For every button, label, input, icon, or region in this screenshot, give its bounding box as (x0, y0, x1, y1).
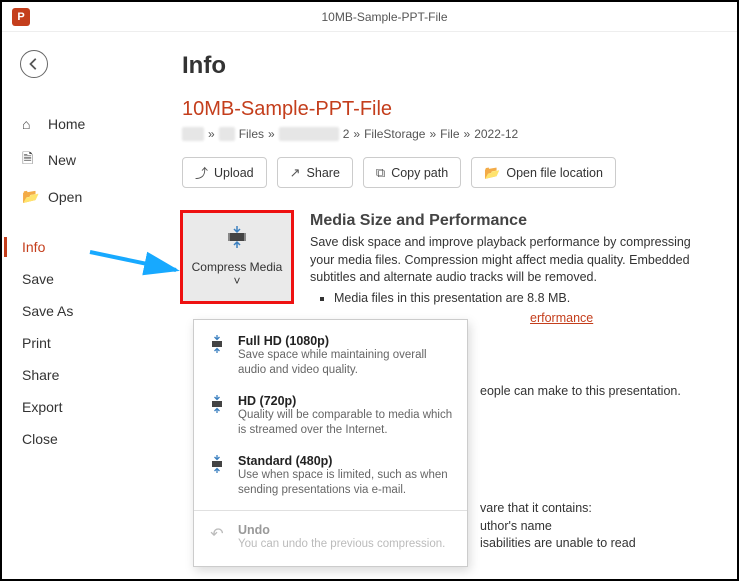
protect-preview-text: eople can make to this presentation. (480, 383, 713, 401)
option-desc: You can undo the previous compression. (238, 537, 453, 552)
breadcrumb[interactable]: » Files » 2 » FileStorage » File » 2022-… (182, 127, 713, 141)
button-label: Open file location (506, 166, 603, 180)
nav-item-info[interactable]: Info (2, 231, 142, 263)
media-section-heading: Media Size and Performance (310, 212, 713, 230)
nav-item-saveas[interactable]: Save As (2, 295, 142, 327)
upload-button[interactable]: ⤴ Upload (182, 157, 267, 188)
option-title: Full HD (1080p) (238, 334, 453, 348)
compress-option-fhd[interactable]: Full HD (1080p)Save space while maintain… (194, 326, 467, 386)
nav-item-open[interactable]: 📂 Open (2, 180, 142, 213)
sd-icon (208, 455, 226, 498)
option-title: Standard (480p) (238, 454, 453, 468)
nav-item-print[interactable]: Print (2, 327, 142, 359)
nav-item-label: Save (22, 271, 54, 287)
compress-option-undo: ↶ UndoYou can undo the previous compressi… (194, 515, 467, 560)
compress-option-sd[interactable]: Standard (480p)Use when space is limited… (194, 446, 467, 506)
document-title: 10MB-Sample-PPT-File (182, 98, 713, 121)
nav-item-label: Home (48, 116, 85, 132)
inspect-preview-line: uthor's name (480, 518, 713, 536)
copypath-button[interactable]: ⧉ Copy path (363, 157, 461, 188)
nav-item-export[interactable]: Export (2, 391, 142, 423)
nav-item-save[interactable]: Save (2, 263, 142, 295)
hd-icon (208, 395, 226, 438)
performance-link[interactable]: erformance (530, 311, 593, 325)
option-title: HD (720p) (238, 394, 453, 408)
nav-item-label: New (48, 152, 76, 168)
nav-item-label: Close (22, 431, 58, 447)
option-title: Undo (238, 523, 453, 537)
button-label: Copy path (391, 166, 448, 180)
back-button[interactable] (20, 50, 48, 78)
media-size-bullet: Media files in this presentation are 8.8… (334, 291, 713, 305)
compress-media-icon (224, 226, 250, 254)
nav-item-label: Print (22, 335, 51, 351)
nav-item-close[interactable]: Close (2, 423, 142, 455)
copypath-icon: ⧉ (376, 165, 385, 181)
nav-item-label: Info (22, 239, 45, 255)
openloc-button[interactable]: 📂 Open file location (471, 157, 616, 188)
openloc-icon: 📂 (484, 165, 500, 181)
app-icon: P (12, 8, 30, 26)
option-desc: Use when space is limited, such as when … (238, 468, 453, 498)
nav-item-label: Save As (22, 303, 73, 319)
share-icon: ↗ (290, 165, 301, 181)
page-title: Info (182, 52, 713, 80)
undo-icon: ↶ (208, 524, 226, 552)
nav-item-home[interactable]: ⌂ Home (2, 108, 142, 140)
nav-item-label: Share (22, 367, 59, 383)
inspect-preview-line: isabilities are unable to read (480, 535, 713, 553)
new-icon: 🗎 (22, 148, 38, 172)
compress-option-hd[interactable]: HD (720p)Quality will be comparable to m… (194, 386, 467, 446)
nav-item-label: Export (22, 399, 62, 415)
upload-icon: ⤴ (195, 163, 208, 182)
compress-media-menu: Full HD (1080p)Save space while maintain… (193, 319, 468, 567)
button-label: Share (307, 166, 340, 180)
nav-item-label: Open (48, 189, 82, 205)
backstage-sidebar: ⌂ Home 🗎 New 📂 Open Info Save Save As Print Share E… (2, 32, 142, 579)
button-label: Upload (214, 166, 254, 180)
inspect-preview-line: vare that it contains: (480, 500, 713, 518)
window-title: 10MB-Sample-PPT-File (42, 10, 727, 24)
option-desc: Quality will be comparable to media whic… (238, 408, 453, 438)
nav-item-share[interactable]: Share (2, 359, 142, 391)
nav-item-new[interactable]: 🗎 New (2, 140, 142, 180)
share-button[interactable]: ↗ Share (277, 157, 353, 188)
home-icon: ⌂ (22, 116, 38, 132)
compress-media-button[interactable]: Compress Media ˅ (182, 212, 292, 302)
fhd-icon (208, 335, 226, 378)
option-desc: Save space while maintaining overall aud… (238, 348, 453, 378)
open-icon: 📂 (22, 188, 38, 205)
media-section-text: Save disk space and improve playback per… (310, 234, 713, 287)
